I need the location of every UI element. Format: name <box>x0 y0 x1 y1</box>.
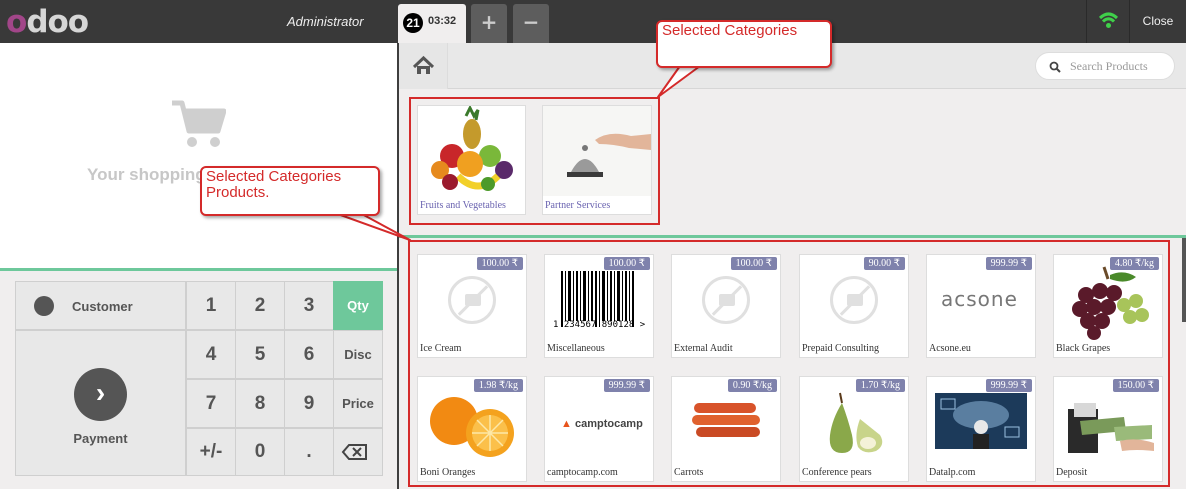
products-callout: Selected Categories Products. <box>200 166 380 216</box>
annotation-pointers <box>334 65 701 241</box>
categories-callout: Selected Categories <box>656 20 832 68</box>
categories-callout-text: Selected Categories <box>662 22 798 39</box>
products-callout-text: Selected Categories Products. <box>206 168 342 201</box>
